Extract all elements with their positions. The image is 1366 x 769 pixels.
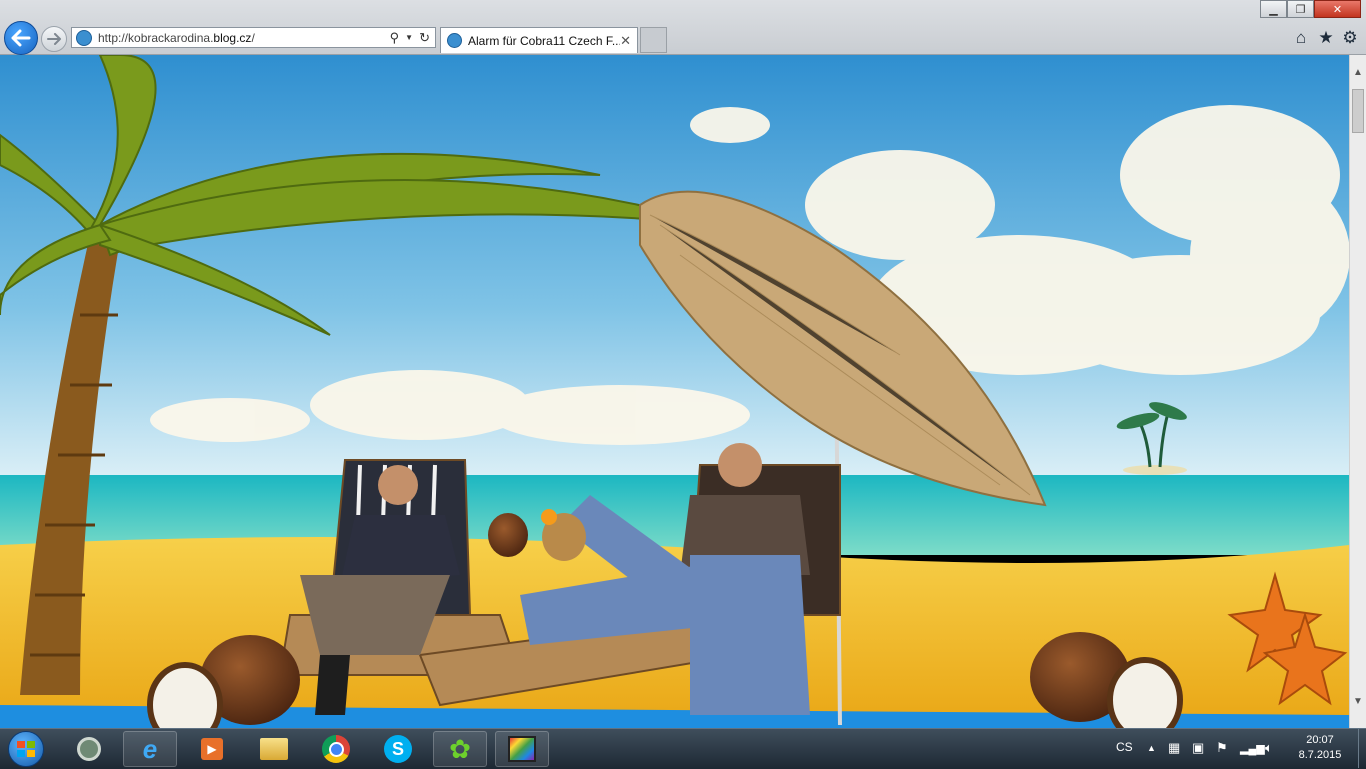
taskbar-app-media-app[interactable] bbox=[495, 731, 549, 767]
browser-chrome: http://kobrackarodina.blog.cz/ ⚲ ▼ ↻ Ala… bbox=[0, 0, 1366, 55]
scroll-down-icon[interactable]: ▼ bbox=[1353, 696, 1363, 707]
internet-explorer-icon: e bbox=[142, 733, 158, 764]
film-strip-icon bbox=[508, 736, 536, 762]
tab-close-icon[interactable]: ✕ bbox=[620, 33, 631, 49]
action-center-icon[interactable]: ▦ bbox=[1168, 740, 1180, 756]
taskbar: e ▶ S ✿ bbox=[0, 728, 1366, 769]
back-arrow-icon bbox=[11, 29, 31, 47]
restore-button[interactable]: ❐ bbox=[1287, 0, 1314, 18]
tab-active[interactable]: Alarm für Cobra11 Czech F... ✕ bbox=[440, 27, 638, 53]
signal-bars-icon[interactable]: ▂▄▆ bbox=[1240, 742, 1265, 755]
forward-arrow-icon bbox=[47, 33, 61, 45]
home-icon[interactable]: ⌂ bbox=[1292, 29, 1310, 47]
site-favicon bbox=[76, 29, 92, 46]
minimize-button[interactable]: ▁ bbox=[1260, 0, 1287, 18]
start-button[interactable] bbox=[0, 731, 52, 767]
tab-title: Alarm für Cobra11 Czech F... bbox=[468, 33, 621, 48]
skype-icon: S bbox=[384, 735, 412, 763]
taskbar-app-internet-explorer[interactable]: e bbox=[123, 731, 177, 767]
dropdown-icon[interactable]: ▼ bbox=[405, 33, 413, 42]
search-icon[interactable]: ⚲ bbox=[390, 30, 400, 46]
language-indicator[interactable]: CS bbox=[1116, 740, 1133, 754]
media-player-icon: ▶ bbox=[201, 738, 223, 760]
refresh-icon[interactable]: ↻ bbox=[419, 30, 430, 46]
url-text: http://kobrackarodina.blog.cz/ bbox=[98, 30, 255, 45]
page-background-scene bbox=[0, 55, 1349, 728]
taskbar-app-file-explorer[interactable] bbox=[247, 731, 301, 767]
address-bar[interactable]: http://kobrackarodina.blog.cz/ ⚲ ▼ ↻ bbox=[71, 27, 436, 48]
scroll-up-icon[interactable]: ▲ bbox=[1353, 67, 1363, 78]
close-button[interactable]: ✕ bbox=[1314, 0, 1361, 18]
volume-icon[interactable]: 🔈︎ bbox=[1265, 740, 1273, 756]
power-tool-icon bbox=[77, 737, 101, 761]
icq-flower-icon: ✿ bbox=[449, 733, 471, 764]
restore-icon: ❐ bbox=[1295, 3, 1306, 16]
forward-button[interactable] bbox=[41, 26, 67, 52]
minimize-icon: ▁ bbox=[1269, 3, 1278, 16]
clock-time: 20:07 bbox=[1306, 734, 1334, 746]
taskbar-app-power-tool[interactable] bbox=[62, 731, 116, 767]
folder-icon bbox=[260, 738, 288, 760]
back-button[interactable] bbox=[4, 21, 38, 55]
tab-favicon bbox=[447, 33, 462, 48]
taskbar-app-skype[interactable]: S bbox=[371, 731, 425, 767]
taskbar-app-icq[interactable]: ✿ bbox=[433, 731, 487, 767]
windows-logo-icon bbox=[8, 731, 44, 767]
system-clock[interactable]: 20:07 8.7.2015 bbox=[1287, 733, 1353, 763]
beach-illustration bbox=[0, 55, 1349, 728]
favorites-star-icon[interactable]: ★ bbox=[1317, 29, 1335, 47]
taskbar-app-chrome[interactable] bbox=[309, 731, 363, 767]
taskbar-app-media-player[interactable]: ▶ bbox=[185, 731, 239, 767]
settings-gear-icon[interactable]: ⚙ bbox=[1341, 29, 1359, 47]
show-hidden-icons[interactable]: ▲ bbox=[1147, 743, 1156, 753]
chrome-icon bbox=[322, 735, 350, 763]
scroll-thumb[interactable] bbox=[1352, 89, 1364, 133]
vertical-scrollbar[interactable]: ▲ ▼ bbox=[1349, 55, 1366, 728]
new-tab-button[interactable] bbox=[640, 27, 667, 53]
clock-date: 8.7.2015 bbox=[1298, 749, 1342, 761]
close-icon: ✕ bbox=[1332, 3, 1343, 16]
network-icon[interactable]: ▣ bbox=[1192, 740, 1204, 756]
show-desktop-button[interactable] bbox=[1358, 729, 1366, 768]
flag-icon[interactable]: ⚑ bbox=[1216, 740, 1228, 756]
